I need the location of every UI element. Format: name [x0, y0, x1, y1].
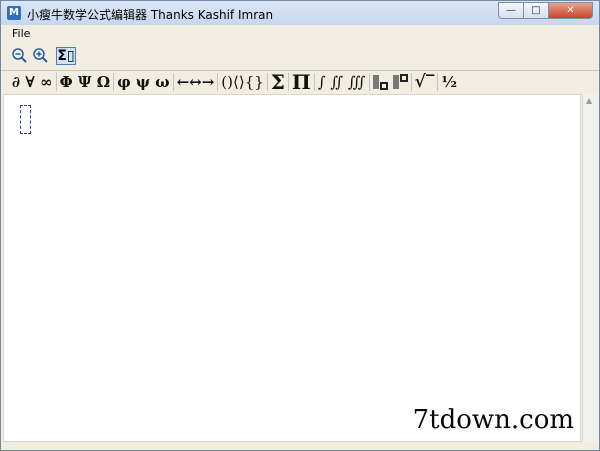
scroll-up-icon[interactable]: ▲ — [586, 96, 592, 105]
window-title: 小瘦牛数学公式编辑器 Thanks Kashif Imran — [27, 8, 274, 22]
zoom-out-icon[interactable] — [11, 47, 29, 65]
product-button[interactable]: Π — [289, 72, 315, 92]
superscript-icon — [392, 75, 399, 89]
subscript-box-icon — [379, 82, 388, 90]
sqrt-button[interactable]: √‾ — [412, 73, 439, 91]
input-placeholder-box[interactable] — [20, 105, 31, 134]
superscript-box-icon — [399, 74, 408, 82]
symbol-greek-lower-button[interactable]: φ ψ ω — [114, 73, 174, 91]
symbol-arrows-button[interactable]: ←↔→ — [174, 73, 219, 91]
menu-file[interactable]: File — [12, 27, 30, 40]
menu-bar: File — [1, 25, 599, 43]
symbol-palette: ∂ ∀ ∞ Φ Ψ Ω φ ψ ω ←↔→ ()⟨⟩{} Σ Π ∫ ∬ ∭ √… — [1, 71, 599, 93]
close-button[interactable]: ✕ — [549, 2, 593, 19]
symbol-greek-upper-button[interactable]: Φ Ψ Ω — [57, 73, 115, 91]
formula-mode-button[interactable]: Σ▯ — [56, 47, 76, 65]
formula-editor[interactable]: 7tdown.com — [3, 94, 581, 442]
app-window: M 小瘦牛数学公式编辑器 Thanks Kashif Imran — □ ✕ F… — [0, 0, 600, 451]
zoom-in-icon[interactable] — [32, 47, 50, 65]
symbol-brackets-button[interactable]: ()⟨⟩{} — [218, 73, 268, 91]
maximize-button[interactable]: □ — [524, 2, 549, 19]
title-bar[interactable]: M 小瘦牛数学公式编辑器 Thanks Kashif Imran — □ ✕ — [1, 1, 599, 25]
toolbar: Σ▯ — [1, 44, 599, 71]
fraction-button[interactable]: ½ — [438, 73, 460, 91]
window-controls: — □ ✕ — [498, 2, 593, 19]
sum-button[interactable]: Σ — [268, 72, 289, 92]
subscript-icon — [372, 75, 379, 89]
vertical-scrollbar[interactable]: ▲ — [582, 94, 598, 442]
app-icon: M — [7, 6, 21, 20]
integral-button[interactable]: ∫ ∬ ∭ — [315, 73, 370, 91]
watermark: 7tdown.com — [412, 405, 574, 435]
subscript-superscript-button[interactable] — [370, 73, 412, 91]
symbol-misc-button[interactable]: ∂ ∀ ∞ — [9, 73, 57, 91]
minimize-button[interactable]: — — [498, 2, 524, 19]
